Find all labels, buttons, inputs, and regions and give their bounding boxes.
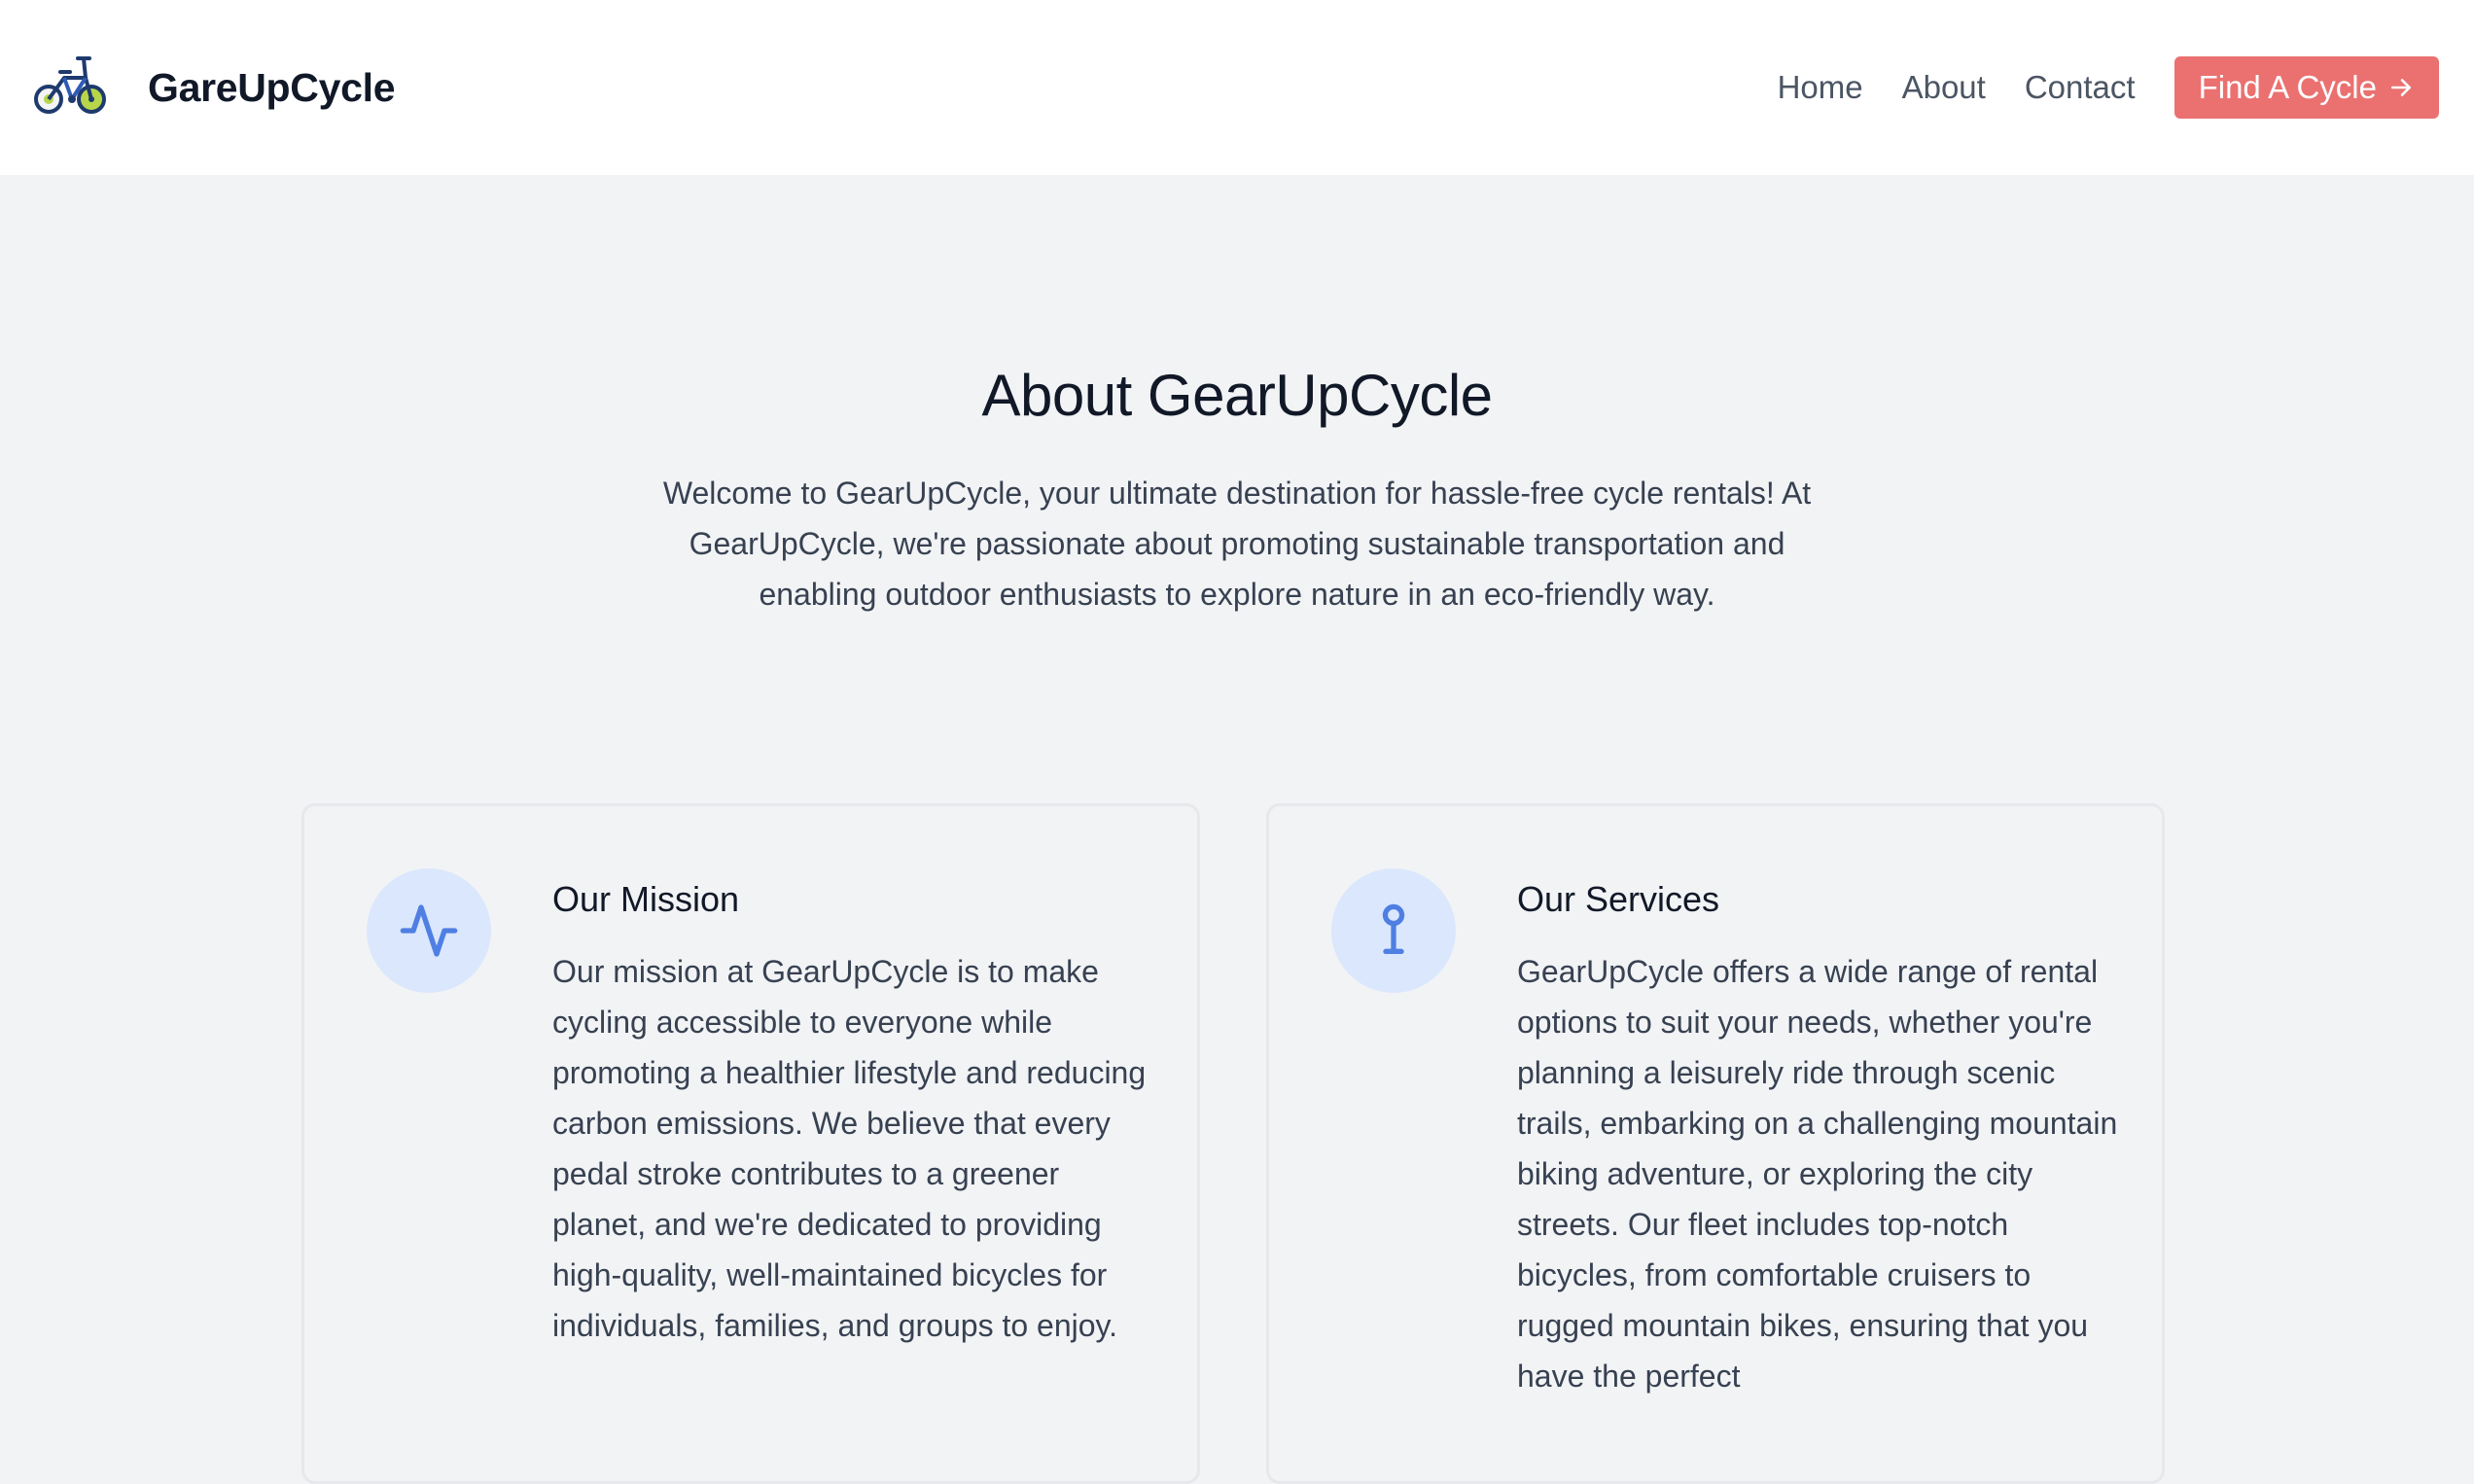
services-card: Our Services GearUpCycle offers a wide r… (1266, 803, 2165, 1484)
services-text: GearUpCycle offers a wide range of renta… (1517, 954, 2118, 1394)
services-icon-circle (1331, 868, 1456, 993)
mission-text: Our mission at GearUpCycle is to make cy… (552, 954, 1147, 1343)
find-a-cycle-label: Find A Cycle (2198, 69, 2377, 105)
find-a-cycle-button[interactable]: Find A Cycle (2174, 56, 2439, 119)
mission-card-body: Our Mission Our mission at GearUpCycle i… (552, 876, 1155, 1351)
page-title: About GearUpCycle (981, 363, 1493, 428)
site-header: GareUpCycle Home About Contact Find A Cy… (0, 0, 2474, 175)
main-nav: Home About Contact Find A Cycle (1778, 56, 2439, 119)
mission-card: Our Mission Our mission at GearUpCycle i… (301, 803, 1200, 1484)
nav-link-home[interactable]: Home (1778, 69, 1863, 106)
bicycle-logo-icon (34, 56, 106, 114)
services-title: Our Services (1517, 879, 1720, 919)
services-card-body: Our Services GearUpCycle offers a wide r… (1517, 876, 2120, 1401)
about-hero: About GearUpCycle Welcome to GearUpCycle… (0, 175, 2474, 619)
intro-paragraph: Welcome to GearUpCycle, your ultimate de… (662, 476, 1812, 612)
mission-title: Our Mission (552, 879, 740, 919)
brand-name: GareUpCycle (148, 64, 396, 110)
nav-link-about[interactable]: About (1902, 69, 1986, 106)
mission-icon-circle (367, 868, 491, 993)
nav-link-contact[interactable]: Contact (2025, 69, 2136, 106)
map-pin-icon (1382, 903, 1405, 954)
brand[interactable]: GareUpCycle (31, 51, 396, 124)
activity-icon (400, 904, 458, 957)
arrow-right-icon (2391, 79, 2411, 96)
feature-cards: Our Mission Our mission at GearUpCycle i… (301, 803, 2231, 1484)
